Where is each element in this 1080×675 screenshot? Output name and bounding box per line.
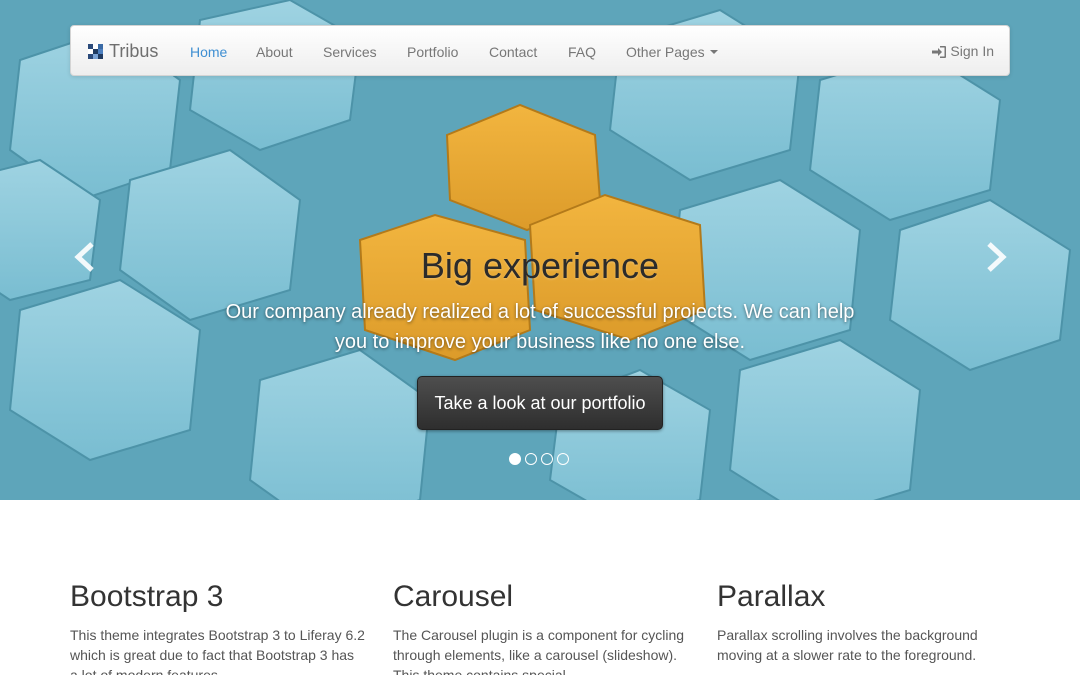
- nav-item-faq[interactable]: FAQ: [568, 26, 596, 77]
- nav-item-other-pages-label: Other Pages: [626, 44, 705, 60]
- brand-logo-icon: [88, 44, 103, 59]
- carousel-indicator-1[interactable]: [509, 453, 521, 465]
- nav-item-home[interactable]: Home: [190, 26, 227, 77]
- portfolio-cta-button[interactable]: Take a look at our portfolio: [417, 376, 663, 430]
- nav-item-contact[interactable]: Contact: [489, 26, 537, 77]
- brand-name: Tribus: [109, 41, 159, 61]
- navbar: Tribus Home About Services Portfolio Con…: [70, 25, 1010, 76]
- carousel-caption-title: Big experience: [420, 245, 660, 286]
- nav-item-about[interactable]: About: [256, 26, 293, 77]
- nav-item-portfolio[interactable]: Portfolio: [407, 26, 458, 77]
- caret-down-icon: [709, 50, 718, 55]
- sign-in-link[interactable]: Sign In: [932, 26, 994, 77]
- carousel-caption-text: Our company already realized a lot of su…: [225, 301, 855, 353]
- carousel-indicator-2[interactable]: [525, 453, 537, 465]
- feature-bootstrap: Bootstrap 3 This theme integrates Bootst…: [70, 578, 365, 675]
- carousel-indicator-4[interactable]: [557, 453, 569, 465]
- feature-text: This theme integrates Bootstrap 3 to Lif…: [70, 627, 365, 675]
- feature-title: Parallax: [717, 580, 826, 613]
- nav-item-other-pages[interactable]: Other Pages: [626, 26, 718, 77]
- carousel-indicator-3[interactable]: [541, 453, 553, 465]
- feature-text: Parallax scrolling involves the backgrou…: [717, 627, 978, 663]
- sign-in-label: Sign In: [950, 43, 994, 59]
- feature-title: Carousel: [393, 580, 514, 613]
- brand-link[interactable]: Tribus: [88, 26, 158, 77]
- feature-parallax: Parallax Parallax scrolling involves the…: [717, 578, 997, 665]
- feature-text: The Carousel plugin is a component for c…: [393, 627, 685, 675]
- feature-title: Bootstrap 3: [70, 580, 224, 613]
- hero-carousel: Tribus Home About Services Portfolio Con…: [0, 0, 1080, 500]
- sign-in-icon: [932, 45, 947, 58]
- feature-carousel: Carousel The Carousel plugin is a compon…: [393, 578, 688, 675]
- nav-item-services[interactable]: Services: [323, 26, 377, 77]
- carousel-indicators: [509, 453, 569, 465]
